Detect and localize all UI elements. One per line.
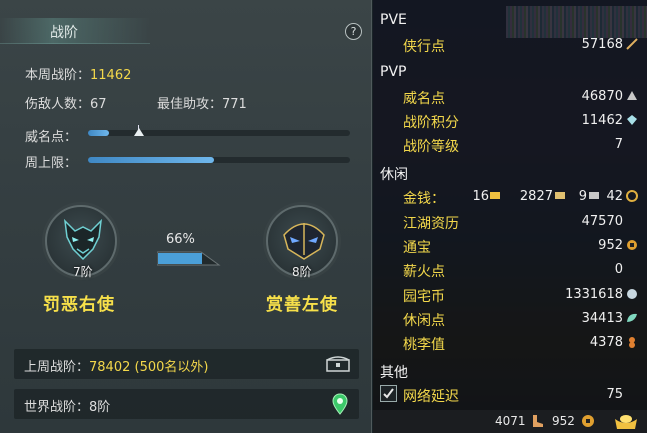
leisure-item-value: 47570: [581, 214, 623, 229]
garden-coin-icon: [627, 289, 637, 299]
right-rank-level: 8阶: [292, 265, 312, 279]
last-week-label: 上周战阶：: [24, 360, 90, 375]
leisure-item-label: 桃李值: [403, 337, 445, 353]
latency-checkbox[interactable]: [380, 385, 397, 402]
section-leisure: 休闲: [380, 167, 408, 183]
other-item-label: 网络延迟: [403, 389, 459, 405]
money-gold: 16: [472, 189, 489, 204]
leaf-icon: [627, 313, 637, 322]
leisure-item-label: 通宝: [403, 240, 431, 256]
left-rank-name: 罚恶右使: [43, 295, 115, 315]
money-copper-a: 9: [578, 189, 587, 204]
pvp-item-label: 威名点: [403, 91, 445, 107]
sword-icon: [626, 38, 638, 50]
section-pve: PVE: [380, 12, 407, 28]
panel-title: 战阶: [50, 25, 78, 41]
section-other: 其他: [380, 365, 408, 381]
help-button[interactable]: ?: [345, 23, 362, 40]
left-rank-level: 7阶: [73, 265, 93, 279]
injured-count: 伤敌人数：67: [25, 97, 107, 112]
pvp-item-value: 11462: [581, 113, 623, 128]
tongbao-coin-icon: [627, 240, 637, 250]
bottom-value-a: 4071: [495, 414, 526, 428]
leisure-item-value: 0: [614, 262, 623, 277]
leisure-item-value: 1331618: [565, 287, 623, 302]
pve-item-value: 57168: [581, 37, 623, 52]
leisure-item-value: 4378: [589, 335, 623, 350]
prestige-icon: [627, 91, 637, 100]
leisure-item-label: 薪火点: [403, 264, 445, 280]
world-rank-box: 世界战阶：8阶: [14, 389, 359, 419]
leisure-item-value: 952: [598, 238, 623, 253]
prestige-label: 威名点：: [25, 130, 78, 145]
prestige-bar-fill: [88, 130, 109, 136]
right-rank-name: 赏善左使: [266, 295, 338, 315]
leisure-item-label: 休闲点: [403, 313, 445, 329]
leisure-item-label: 金钱：: [403, 191, 445, 207]
location-pin-icon[interactable]: [332, 393, 348, 415]
pvp-item-value: 7: [614, 137, 623, 152]
last-week-row: 上周战阶：78402 (500名以外): [24, 356, 208, 375]
leisure-item-label: 江湖资历: [403, 216, 459, 232]
coin-icon: [626, 190, 638, 202]
last-week-box: 上周战阶：78402 (500名以外): [14, 349, 359, 379]
bottom-currency-bar: 4071 952: [373, 410, 647, 433]
silver-ingot-icon: [555, 192, 565, 199]
world-rank: 世界战阶：8阶: [24, 400, 111, 415]
gold-ingot-icon: [490, 192, 500, 199]
weekly-rank-label: 本周战阶：: [25, 68, 91, 83]
weekly-cap-bar: [88, 157, 350, 163]
best-assist: 最佳助攻：771: [157, 97, 247, 112]
rank-progress-bar: [157, 251, 221, 266]
last-week-value: 78402 (500名以外): [89, 360, 209, 375]
check-icon: [383, 388, 394, 399]
panel-title-bar: 战阶: [0, 18, 150, 44]
bottom-value-b: 952: [552, 414, 575, 428]
pvp-item-label: 战阶积分: [403, 115, 459, 131]
section-pvp: PVP: [380, 64, 407, 80]
demon-mask-icon: [63, 218, 103, 261]
other-item-value: 75: [606, 387, 623, 402]
rank-progress-fill: [158, 253, 202, 264]
prestige-bar: [88, 130, 350, 136]
pve-item-label: 侠行点: [403, 39, 445, 55]
gourd-icon: [629, 337, 635, 348]
battle-rank-panel: 战阶 ? 本周战阶：11462 伤敌人数：67 最佳助攻：771 威名点： 周上…: [0, 0, 372, 433]
gold-ingot-shop-icon[interactable]: [613, 411, 639, 431]
tongbao-coin-icon: [582, 415, 594, 427]
chest-icon[interactable]: [326, 356, 350, 372]
boot-icon: [533, 415, 543, 427]
rank-progress-percent: 66%: [166, 232, 195, 247]
leisure-item-value: 34413: [581, 311, 623, 326]
crystal-icon: [627, 115, 637, 125]
pvp-item-label: 战阶等级: [403, 139, 459, 155]
weekly-cap-label: 周上限：: [25, 156, 78, 171]
pvp-item-value: 46870: [581, 89, 623, 104]
weekly-rank-row: 本周战阶：11462: [25, 64, 131, 83]
money-copper-b: 42: [606, 189, 623, 204]
attribute-panel: PVE 侠行点 57168 PVP 威名点 46870 战阶积分 11462 战…: [373, 0, 647, 433]
money-silver: 2827: [519, 189, 553, 204]
weekly-cap-bar-fill: [88, 157, 214, 163]
copper-ingot-icon: [589, 192, 599, 199]
prestige-marker: [134, 128, 144, 136]
weekly-rank-value: 11462: [90, 68, 132, 83]
helmet-mask-icon: [283, 223, 325, 260]
leisure-item-label: 园宅币: [403, 289, 445, 305]
